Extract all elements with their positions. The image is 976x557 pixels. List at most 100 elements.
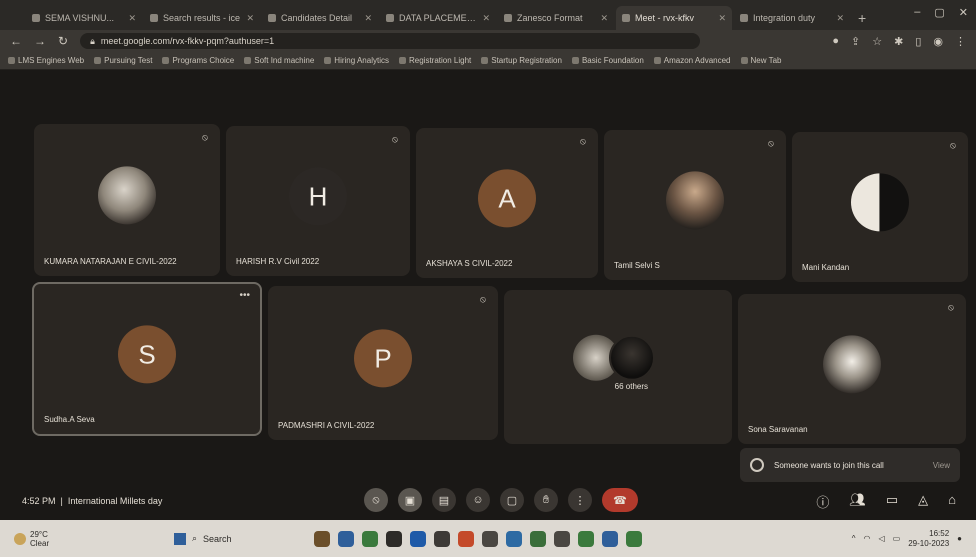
others-tile[interactable]: 66 others: [504, 290, 732, 444]
lock-icon[interactable]: ⌂: [948, 492, 956, 511]
bookmark-item[interactable]: Basic Foundation: [571, 56, 644, 65]
participant-tile[interactable]: ⦸ P PADMASHRI A CIVIL-2022: [268, 286, 498, 440]
join-request-notification[interactable]: Someone wants to join this call View: [740, 448, 960, 482]
taskbar-clock[interactable]: 16:52 29-10-2023: [908, 529, 949, 549]
bookmark-item[interactable]: Amazon Advanced: [653, 56, 731, 65]
close-tab-icon[interactable]: ✕: [246, 13, 254, 24]
chat-icon[interactable]: ▭: [886, 492, 898, 511]
close-tab-icon[interactable]: ✕: [836, 13, 844, 24]
volume-icon[interactable]: ◁: [879, 534, 885, 543]
minimize-icon[interactable]: –: [914, 6, 920, 19]
reload-icon[interactable]: ↻: [58, 34, 68, 48]
browser-menu-icon[interactable]: ⋮: [955, 35, 966, 48]
bookmark-item[interactable]: Registration Light: [398, 56, 471, 65]
clock-date: 29-10-2023: [908, 538, 950, 548]
participant-avatar: [851, 173, 909, 232]
bookmark-icon: [653, 57, 661, 64]
browser-tab[interactable]: DATA PLACEMENT ✕: [380, 6, 496, 30]
more-icon[interactable]: ⋮: [568, 488, 592, 512]
close-tab-icon[interactable]: ✕: [364, 13, 372, 24]
close-tab-icon[interactable]: ✕: [600, 13, 608, 24]
app-icon[interactable]: [554, 530, 570, 547]
windows-start-icon[interactable]: [174, 532, 186, 545]
camera-off-icon[interactable]: ▣: [398, 488, 422, 512]
bookmark-item[interactable]: Pursuing Test: [94, 56, 152, 65]
participant-name: Mani Kandan: [802, 263, 850, 272]
raise-hand-icon[interactable]: ✋︎: [534, 488, 558, 512]
app-icon[interactable]: [482, 530, 498, 547]
close-window-icon[interactable]: ✕: [959, 6, 968, 19]
app-icon[interactable]: [434, 530, 450, 547]
browser-toolbar-icons: ● ⇪ ☆ ✱ ▯ ◉ ⋮: [832, 35, 966, 48]
more-options-icon[interactable]: •••: [239, 290, 250, 301]
browser-tab-active[interactable]: Meet - rvx-kfkv ✕: [616, 6, 732, 30]
profile-icon[interactable]: ◉: [933, 35, 943, 48]
participant-tile-pinned[interactable]: ••• S Sudha.A Seva: [32, 282, 262, 436]
taskbar-search[interactable]: ⌕ Search: [174, 532, 284, 545]
file-explorer-icon[interactable]: [314, 530, 330, 547]
browser-tab-strip: SEMA VISHNU... ✕ Search results - ice ✕ Ca…: [0, 0, 976, 30]
new-tab-button[interactable]: +: [852, 10, 872, 30]
maximize-icon[interactable]: ▢: [934, 6, 944, 19]
present-icon[interactable]: ▢: [500, 488, 524, 512]
emoji-icon[interactable]: ☺: [466, 488, 490, 512]
chrome-icon[interactable]: [602, 530, 618, 547]
notification-text: Someone wants to join this call: [774, 460, 884, 470]
participant-tile[interactable]: ⦸ A AKSHAYA S CIVIL-2022: [416, 128, 598, 278]
browser-tab[interactable]: Integration duty ✕: [734, 6, 850, 30]
url-field[interactable]: 🔒︎ meet.google.com/rvx-fkkv-pqm?authuser…: [80, 33, 701, 49]
bookmark-item[interactable]: Startup Registration: [481, 56, 562, 65]
sidebar-icon[interactable]: ▯: [915, 35, 921, 48]
mic-muted-icon: ⦸: [480, 294, 486, 304]
word-icon[interactable]: [506, 530, 522, 547]
close-tab-icon[interactable]: ✕: [718, 13, 726, 24]
tray-chevron-icon[interactable]: ^: [852, 534, 856, 543]
chrome-icon[interactable]: [626, 530, 642, 547]
mail-icon[interactable]: [410, 530, 426, 547]
participant-avatar: [823, 335, 881, 394]
participant-tile[interactable]: ⦸ KUMARA NATARAJAN E CIVIL-2022: [34, 124, 220, 276]
participant-tile[interactable]: ⦸ Sona Saravanan: [738, 294, 966, 444]
bookmark-icon: [740, 57, 748, 64]
forward-icon[interactable]: →: [34, 34, 46, 48]
activities-icon[interactable]: ◬: [918, 492, 928, 511]
weather-widget[interactable]: 29°C Clear: [14, 530, 154, 548]
bookmark-item[interactable]: Hiring Analytics: [324, 56, 389, 65]
office-icon[interactable]: [458, 530, 474, 547]
chrome-icon[interactable]: [578, 530, 594, 547]
browser-tab[interactable]: SEMA VISHNU... ✕: [26, 6, 142, 30]
bookmark-item[interactable]: Programs Choice: [162, 56, 234, 65]
wifi-icon[interactable]: ◠: [864, 534, 871, 543]
view-button[interactable]: View: [933, 461, 950, 470]
battery-icon[interactable]: ▭: [893, 534, 901, 543]
captions-icon[interactable]: ▤: [432, 488, 456, 512]
bookmark-item[interactable]: Soft Ind machine: [244, 56, 314, 65]
back-icon[interactable]: ←: [10, 34, 22, 48]
store-icon[interactable]: [386, 530, 402, 547]
favicon-icon: [740, 14, 748, 22]
mic-off-icon[interactable]: ⦸: [364, 488, 388, 512]
share-icon[interactable]: ⇪: [851, 35, 860, 48]
browser-tab[interactable]: Zanesco Format ✕: [498, 6, 614, 30]
end-call-icon[interactable]: ☎︎: [602, 488, 638, 512]
browser-tab[interactable]: Candidates Detail ✕: [262, 6, 378, 30]
info-icon[interactable]: ⓘ: [816, 492, 829, 511]
bookmark-star-icon[interactable]: ☆: [872, 35, 882, 48]
people-icon[interactable]: 👥︎: [849, 492, 866, 511]
close-tab-icon[interactable]: ✕: [128, 13, 136, 24]
excel-icon[interactable]: [530, 530, 546, 547]
notifications-icon[interactable]: ●: [957, 534, 962, 543]
participant-name: Tamil Selvi S: [614, 261, 660, 270]
close-tab-icon[interactable]: ✕: [482, 13, 490, 24]
chrome-icon[interactable]: [362, 530, 378, 547]
weather-icon: [14, 532, 26, 545]
participant-tile[interactable]: ⦸ Mani Kandan: [792, 132, 968, 282]
camera-permission-icon[interactable]: ●: [832, 35, 839, 48]
bookmark-item[interactable]: New Tab: [740, 56, 781, 65]
participant-tile[interactable]: ⦸ H HARISH R.V Civil 2022: [226, 126, 410, 276]
browser-tab[interactable]: Search results - ice ✕: [144, 6, 260, 30]
participant-tile[interactable]: ⦸ Tamil Selvi S: [604, 130, 786, 280]
bookmark-item[interactable]: LMS Engines Web: [8, 56, 84, 65]
extensions-icon[interactable]: ✱: [894, 35, 903, 48]
edge-icon[interactable]: [338, 530, 354, 547]
